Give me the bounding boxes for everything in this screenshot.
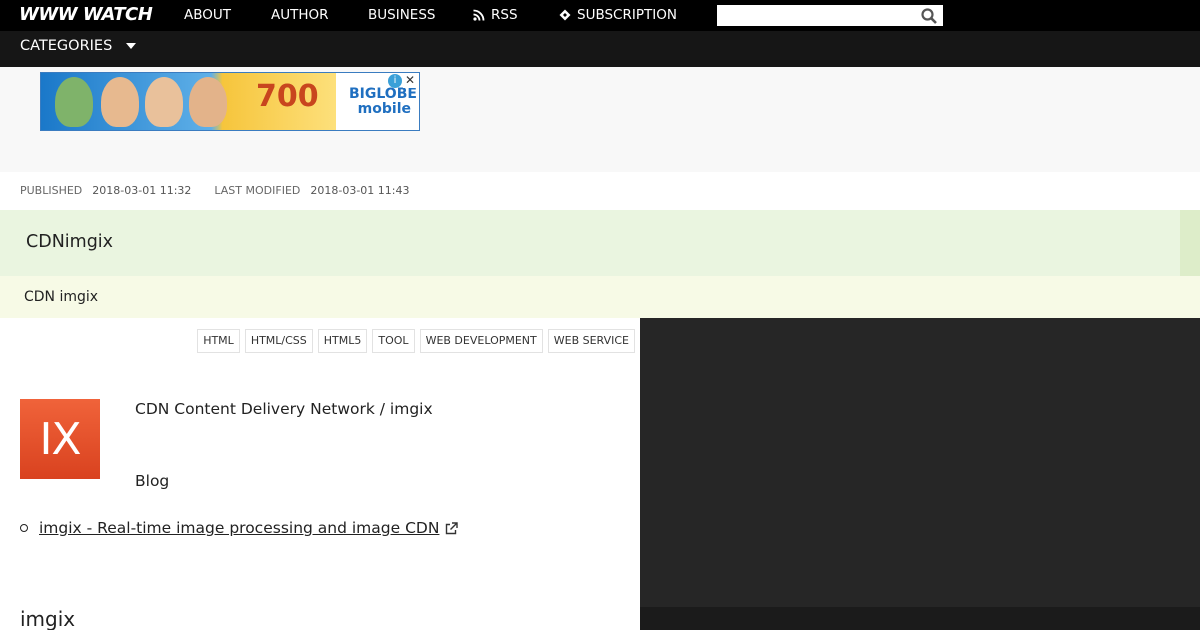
list-item: imgix - Real-time image processing and i… <box>20 519 459 537</box>
tag-web-development[interactable]: WEB DEVELOPMENT <box>419 329 543 353</box>
ad-info-icon[interactable]: i <box>388 74 402 88</box>
nav-about-label: ABOUT <box>184 7 232 23</box>
blog-label: Blog <box>135 472 170 490</box>
site-logo[interactable]: WWW WATCH <box>19 4 153 25</box>
nav-subscription[interactable]: SUBSCRIPTION <box>559 7 677 23</box>
tag-web-service[interactable]: WEB SERVICE <box>547 329 635 353</box>
search-box <box>717 5 943 26</box>
ad-area: 700 BIGLOBE mobile i ✕ <box>0 67 1200 172</box>
modified-date: 2018-03-01 11:43 <box>310 184 410 197</box>
tag-html-css[interactable]: HTML/CSS <box>244 329 313 353</box>
ad-brand: BIGLOBE mobile <box>349 86 417 117</box>
sidebar-footer <box>640 607 1200 630</box>
bullet-icon <box>20 524 28 532</box>
nav-author-label: AUTHOR <box>271 7 329 23</box>
ad-person-image <box>101 77 139 127</box>
subtitle-band: CDN imgix <box>0 276 1200 318</box>
external-link-icon <box>446 521 459 534</box>
post-meta: PUBLISHED 2018-03-01 11:32 LAST MODIFIED… <box>20 184 433 197</box>
nav-rss-label: RSS <box>491 7 518 23</box>
nav-business-label: BUSINESS <box>368 7 436 23</box>
ad-headline: 700 <box>256 79 319 114</box>
tag-html[interactable]: HTML <box>197 329 240 353</box>
tag-tool[interactable]: TOOL <box>372 329 415 353</box>
published-label: PUBLISHED <box>20 184 83 197</box>
categories-bar: CATEGORIES <box>0 31 1200 67</box>
top-navbar: WWW WATCH ABOUT AUTHOR BUSINESS RSS SUBS… <box>0 0 1200 31</box>
imgix-link[interactable]: imgix - Real-time image processing and i… <box>39 519 439 537</box>
title-band: CDNimgix <box>0 210 1200 276</box>
nav-subscription-label: SUBSCRIPTION <box>577 7 677 23</box>
imgix-logo: IX <box>20 399 100 479</box>
nav-rss[interactable]: RSS <box>473 7 518 23</box>
nav-author[interactable]: AUTHOR <box>271 7 329 23</box>
published-date: 2018-03-01 11:32 <box>92 184 192 197</box>
intro-text: CDN Content Delivery Network / imgix <box>135 400 433 418</box>
ad-character-image <box>55 77 93 127</box>
caret-down-icon <box>126 43 137 49</box>
modified-label: LAST MODIFIED <box>214 184 301 197</box>
title-accent <box>1180 210 1200 276</box>
ad-person-image <box>145 77 183 127</box>
section-heading: imgix <box>20 607 76 630</box>
tag-list: HTML HTML/CSS HTML5 TOOL WEB DEVELOPMENT… <box>197 329 635 353</box>
nav-business[interactable]: BUSINESS <box>368 7 435 23</box>
ad-person-image <box>189 77 227 127</box>
search-icon[interactable] <box>920 7 938 25</box>
sidebar <box>640 318 1200 630</box>
search-input[interactable] <box>717 5 917 26</box>
categories-dropdown[interactable]: CATEGORIES <box>20 38 137 54</box>
ad-banner[interactable]: 700 BIGLOBE mobile i ✕ <box>40 72 420 131</box>
nav-about[interactable]: ABOUT <box>184 7 231 23</box>
rss-icon <box>473 9 485 21</box>
link-list: imgix - Real-time image processing and i… <box>20 519 459 537</box>
categories-label: CATEGORIES <box>20 38 113 54</box>
tag-html5[interactable]: HTML5 <box>317 329 368 353</box>
feedly-icon <box>559 9 571 21</box>
ad-close-icon[interactable]: ✕ <box>403 74 417 88</box>
page-title: CDNimgix <box>26 232 114 252</box>
imgix-logo-text: IX <box>39 413 81 465</box>
page-subtitle: CDN imgix <box>24 289 99 305</box>
